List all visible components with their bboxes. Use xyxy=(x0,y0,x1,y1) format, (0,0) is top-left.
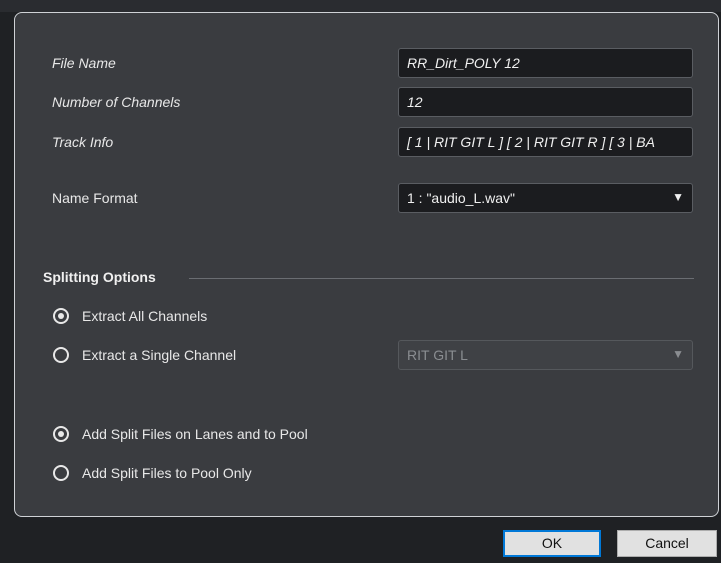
track-info-field[interactable]: [ 1 | RIT GIT L ] [ 2 | RIT GIT R ] [ 3 … xyxy=(398,127,693,157)
cancel-button[interactable]: Cancel xyxy=(617,530,717,557)
file-name-label: File Name xyxy=(52,55,116,71)
extract-single-option[interactable]: Extract a Single Channel xyxy=(53,344,236,366)
add-lanes-pool-radio[interactable] xyxy=(53,426,69,442)
extract-single-label: Extract a Single Channel xyxy=(82,347,237,363)
single-channel-select[interactable]: RIT GIT L ▼ xyxy=(398,340,693,370)
section-divider xyxy=(189,278,694,279)
extract-all-option[interactable]: Extract All Channels xyxy=(53,305,207,327)
name-format-value: 1 : "audio_L.wav" xyxy=(407,190,516,206)
add-pool-only-radio[interactable] xyxy=(53,465,69,481)
dropdown-arrow-icon: ▼ xyxy=(672,347,684,361)
name-format-label: Name Format xyxy=(52,190,138,206)
track-info-label: Track Info xyxy=(52,134,114,150)
add-lanes-pool-option[interactable]: Add Split Files on Lanes and to Pool xyxy=(53,423,308,445)
add-lanes-pool-label: Add Split Files on Lanes and to Pool xyxy=(82,426,308,442)
dropdown-arrow-icon: ▼ xyxy=(672,190,684,204)
split-options-panel: File Name RR_Dirt_POLY 12 Number of Chan… xyxy=(14,12,719,517)
channels-field[interactable]: 12 xyxy=(398,87,693,117)
splitting-options-title: Splitting Options xyxy=(43,269,156,285)
extract-single-radio[interactable] xyxy=(53,347,69,363)
name-format-select[interactable]: 1 : "audio_L.wav" ▼ xyxy=(398,183,693,213)
title-strip xyxy=(0,0,721,12)
file-name-field[interactable]: RR_Dirt_POLY 12 xyxy=(398,48,693,78)
channels-label: Number of Channels xyxy=(52,94,181,110)
extract-all-label: Extract All Channels xyxy=(82,308,208,324)
extract-all-radio[interactable] xyxy=(53,308,69,324)
ok-button[interactable]: OK xyxy=(503,530,601,557)
add-pool-only-option[interactable]: Add Split Files to Pool Only xyxy=(53,462,252,484)
add-pool-only-label: Add Split Files to Pool Only xyxy=(82,465,252,481)
single-channel-value: RIT GIT L xyxy=(407,347,468,363)
